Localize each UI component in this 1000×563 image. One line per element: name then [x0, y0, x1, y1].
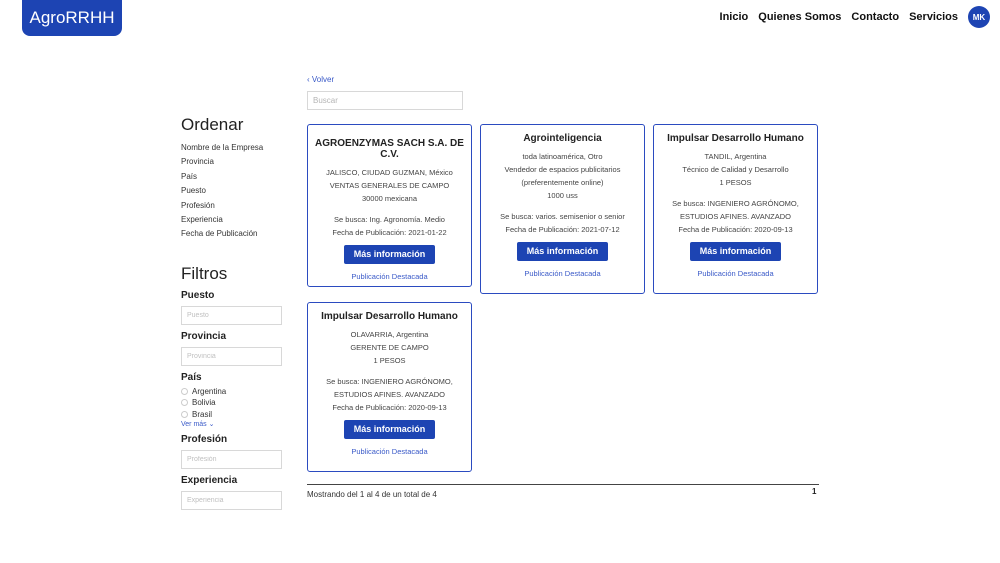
sort-by-experience[interactable]: Experiencia [181, 213, 291, 227]
sort-title: Ordenar [181, 115, 244, 134]
nav-quienes-somos[interactable]: Quienes Somos [758, 11, 841, 23]
featured-link[interactable]: Publicación Destacada [481, 269, 644, 278]
country-option-argentina[interactable]: Argentina [181, 386, 291, 398]
card-company: Impulsar Desarrollo Humano [321, 311, 458, 322]
card-seeking: Se busca: INGENIERO AGRÓNOMO, [672, 199, 799, 208]
filter-experiencia-input[interactable] [181, 491, 282, 511]
card-salary: 1 PESOS [373, 356, 406, 365]
card-seeking: Se busca: Ing. Agronomía. Medio [334, 215, 445, 224]
card-location: TANDIL, Argentina [704, 152, 767, 161]
filters-title: Filtros [181, 263, 228, 283]
card-company: Agrointeligencia [523, 133, 602, 144]
filter-experiencia-label: Experiencia [181, 475, 238, 487]
nav-contacto[interactable]: Contacto [851, 11, 899, 23]
page-1-link[interactable]: 1 [812, 487, 816, 496]
sort-by-country[interactable]: País [181, 170, 291, 184]
card-salary: 30000 mexicana [361, 194, 418, 203]
card-location: OLAVARRIA, Argentina [350, 330, 429, 339]
show-more-link[interactable]: Ver más ⌄ [181, 420, 291, 428]
card-company: AGROENZYMAS SACH S.A. DE C.V. [315, 138, 464, 160]
card-seeking-extra: ESTUDIOS AFINES. AVANZADO [680, 212, 791, 221]
radio-icon[interactable] [181, 410, 188, 418]
card-date: Fecha de Publicación: 2021-01-22 [332, 228, 447, 237]
more-info-button[interactable]: Más información [343, 245, 436, 264]
card-location: JALISCO, CIUDAD GUZMAN, México [326, 168, 453, 177]
job-card: Impulsar Desarrollo Humano TANDIL, Argen… [653, 124, 818, 294]
more-info-button[interactable]: Más información [516, 242, 609, 261]
radio-icon[interactable] [181, 399, 188, 407]
card-seeking: Se busca: varios. semisenior o senior [500, 212, 625, 221]
card-position: VENTAS GENERALES DE CAMPO [329, 181, 450, 190]
pagination-summary: Mostrando del 1 al 4 de un total de 4 [307, 490, 437, 499]
country-option-label: Bolivia [192, 398, 216, 408]
back-link[interactable]: ‹ Volver [307, 75, 334, 84]
sort-by-province[interactable]: Provincia [181, 155, 291, 169]
nav-inicio[interactable]: Inicio [720, 11, 749, 23]
filter-profesion-label: Profesión [181, 434, 228, 446]
sort-by-date[interactable]: Fecha de Publicación [181, 227, 291, 241]
country-option-label: Brasil [192, 409, 213, 419]
sort-by-position[interactable]: Puesto [181, 184, 291, 198]
more-info-button[interactable]: Más información [689, 242, 782, 261]
sidebar: Ordenar Nombre de la Empresa Provincia P… [181, 115, 291, 511]
featured-link[interactable]: Publicación Destacada [308, 447, 471, 456]
card-location: toda latinoamérica, Otro [522, 152, 603, 161]
filter-provincia-input[interactable] [181, 346, 282, 366]
job-card: AGROENZYMAS SACH S.A. DE C.V. JALISCO, C… [307, 124, 472, 287]
filter-puesto-label: Puesto [181, 289, 215, 301]
top-nav: Inicio Quienes Somos Contacto Servicios … [720, 6, 990, 28]
job-card: Agrointeligencia toda latinoamérica, Otr… [480, 124, 645, 294]
nav-servicios[interactable]: Servicios [909, 11, 958, 23]
card-salary: 1 PESOS [719, 178, 752, 187]
country-option-bolivia[interactable]: Bolivia [181, 397, 291, 409]
more-info-button[interactable]: Más información [343, 420, 436, 439]
card-position: Técnico de Calidad y Desarrollo [682, 165, 789, 174]
filter-provincia-label: Provincia [181, 330, 227, 342]
country-option-label: Argentina [192, 386, 227, 396]
card-seeking-extra: ESTUDIOS AFINES. AVANZADO [334, 390, 445, 399]
card-position: GERENTE DE CAMPO [350, 343, 429, 352]
card-position: Vendedor de espacios publicitarios [504, 165, 621, 174]
radio-icon[interactable] [181, 387, 188, 395]
card-position-note: (preferentemente online) [521, 178, 604, 187]
card-date: Fecha de Publicación: 2020-09-13 [678, 225, 793, 234]
brand-logo[interactable]: AgroRRHH [22, 0, 122, 36]
featured-link[interactable]: Publicación Destacada [308, 272, 471, 281]
card-company: Impulsar Desarrollo Humano [667, 133, 804, 144]
filter-profesion-input[interactable] [181, 450, 282, 470]
pagination-divider [307, 484, 819, 485]
card-salary: 1000 uss [547, 191, 578, 200]
filter-pais-label: País [181, 371, 202, 383]
country-option-brasil[interactable]: Brasil [181, 409, 291, 421]
search-input[interactable] [307, 91, 463, 110]
card-date: Fecha de Publicación: 2021-07-12 [505, 225, 620, 234]
featured-link[interactable]: Publicación Destacada [654, 269, 817, 278]
card-date: Fecha de Publicación: 2020-09-13 [332, 403, 447, 412]
sort-by-company[interactable]: Nombre de la Empresa [181, 141, 291, 155]
job-card: Impulsar Desarrollo Humano OLAVARRIA, Ar… [307, 302, 472, 472]
card-seeking: Se busca: INGENIERO AGRÓNOMO, [326, 377, 453, 386]
filter-puesto-input[interactable] [181, 305, 282, 325]
user-avatar[interactable]: MK [968, 6, 990, 28]
sort-by-profession[interactable]: Profesión [181, 199, 291, 213]
